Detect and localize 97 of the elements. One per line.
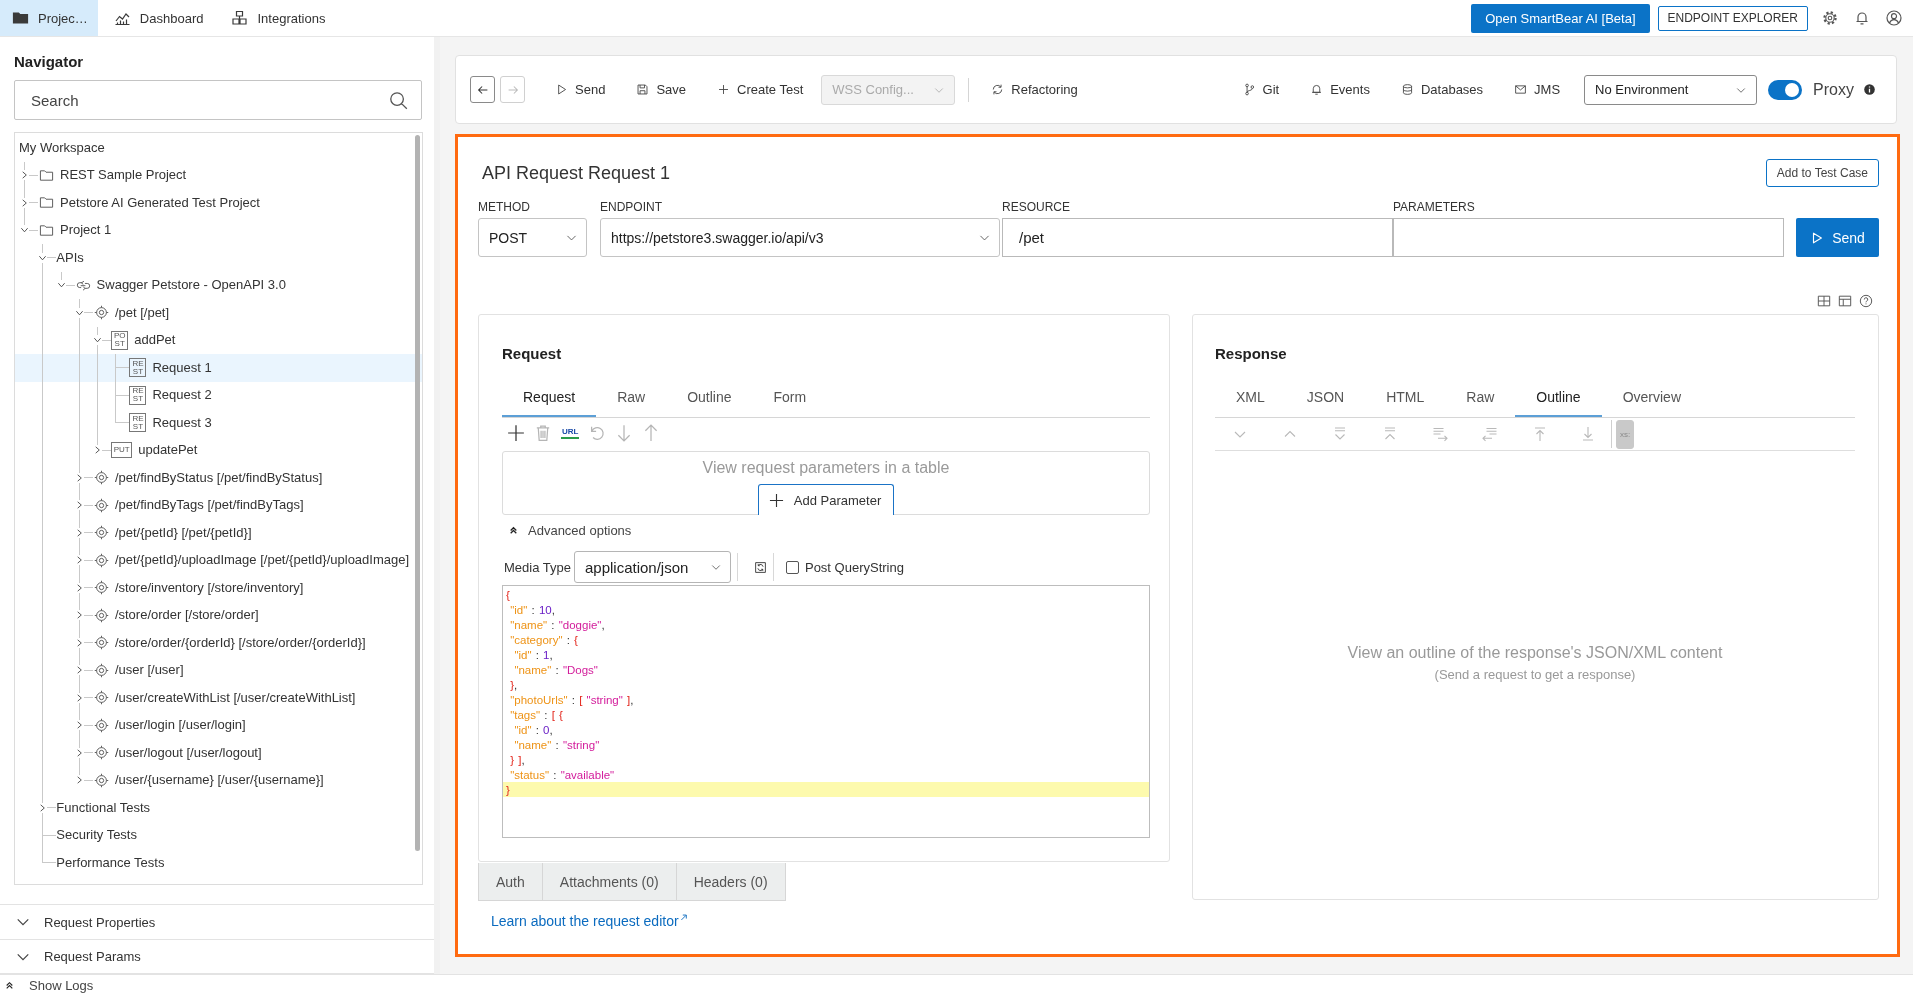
empty-state-hint: (Send a request to get a response) xyxy=(1434,667,1636,682)
code-line: "tags" : [ { xyxy=(509,707,563,722)
method-select[interactable]: POST xyxy=(478,218,587,257)
envelope-icon xyxy=(1514,83,1528,96)
field-label: PARAMETERS xyxy=(1393,200,1476,214)
response-tab[interactable]: XML xyxy=(1215,377,1286,417)
editor-tab[interactable]: Attachments (0) xyxy=(542,863,677,901)
code-line: "id" : 0, xyxy=(513,722,553,737)
media-type-select[interactable]: application/json xyxy=(573,551,731,583)
play-icon xyxy=(555,83,568,96)
add-parameter-button[interactable]: Add Parameter xyxy=(757,484,895,515)
back-button[interactable] xyxy=(470,76,495,103)
refactoring-action[interactable]: Refactoring xyxy=(991,82,1078,97)
code-line: }, xyxy=(509,677,518,692)
help-link[interactable]: Learn about the request editor xyxy=(491,912,687,930)
nav-tab[interactable]: Projec… xyxy=(0,0,98,36)
response-tab[interactable]: Raw xyxy=(1445,377,1516,417)
send-action[interactable]: Send xyxy=(555,82,606,97)
bell-icon[interactable] xyxy=(1854,10,1870,26)
request-tab[interactable]: Form xyxy=(752,377,828,417)
code-line: "category" : { xyxy=(509,632,578,647)
show-logs-button[interactable]: Show Logs xyxy=(5,978,94,993)
plus-icon xyxy=(717,83,730,96)
grid-icon[interactable] xyxy=(1817,294,1831,308)
environment-select[interactable]: No Environment xyxy=(1584,74,1758,105)
editor-tab[interactable]: Auth xyxy=(478,863,543,901)
send-button[interactable]: Send xyxy=(1796,218,1879,257)
code-line: "status" : "available" xyxy=(509,767,615,782)
databases-action[interactable]: Databases xyxy=(1400,82,1484,97)
media-type-label: Media Type xyxy=(504,559,571,575)
panel-heading: Request xyxy=(502,345,563,363)
explorer-button[interactable]: ENDPOINT EXPLORER xyxy=(1657,5,1808,31)
nav-tab[interactable]: Integrations xyxy=(219,0,338,36)
code-line: { xyxy=(506,587,510,602)
add-to-test-case-button[interactable]: Add to Test Case xyxy=(1765,159,1879,187)
code-editor[interactable]: { "id" : 10, "name" : "doggie", "category" : { "id" : 1, "name" : "Dogs" }, "photoUrls" : [ "string" ], "tags" : [ { "id" : 0, "name" : "string" } ], "status" : "available" } xyxy=(502,585,1150,838)
field-label: RESOURCE xyxy=(1002,200,1071,214)
parameters-field[interactable] xyxy=(1393,218,1784,257)
plus-icon xyxy=(768,492,784,508)
assistant-button[interactable]: Open SmartBear AI [Beta] xyxy=(1471,3,1650,33)
settings-icon[interactable] xyxy=(1822,10,1838,26)
response-tab[interactable]: JSON xyxy=(1285,377,1366,417)
empty-table-hint: View request parameters in a table xyxy=(702,458,950,478)
resource-field[interactable]: /pet xyxy=(1002,218,1393,257)
code-line: "name" : "doggie", xyxy=(509,617,605,632)
section-header[interactable]: Request Properties xyxy=(0,904,434,939)
folder-icon xyxy=(12,10,29,26)
request-tab[interactable]: Raw xyxy=(596,377,667,417)
branch-icon xyxy=(1242,83,1256,96)
field-label: METHOD xyxy=(478,200,531,214)
code-line: "photoUrls" : [ "string" ], xyxy=(509,692,634,707)
proxy-label: Proxy xyxy=(1813,80,1854,99)
scrollbar[interactable] xyxy=(415,135,420,851)
editor-tab[interactable]: Headers (0) xyxy=(676,863,786,901)
database-icon xyxy=(1400,83,1414,96)
nav-tab[interactable]: Dashboard xyxy=(101,0,216,36)
git-action[interactable]: Git xyxy=(1242,82,1280,97)
create-action[interactable]: Create Test xyxy=(717,82,804,97)
request-tab[interactable]: Outline xyxy=(666,377,753,417)
search-field[interactable]: Search xyxy=(14,80,422,120)
checkbox-label: Post QueryString xyxy=(804,559,904,575)
field-label: ENDPOINT xyxy=(600,200,663,214)
code-line: "name" : "string" xyxy=(513,737,600,752)
code-line: "id" : 10, xyxy=(509,602,555,617)
help-icon[interactable] xyxy=(1859,294,1873,308)
url-button[interactable]: URL xyxy=(561,427,580,439)
bell-icon xyxy=(1310,83,1324,96)
save-action[interactable]: Save xyxy=(636,82,686,97)
request-tab[interactable]: Request xyxy=(502,377,597,417)
code-line: "id" : 1, xyxy=(513,647,553,662)
proxy-toggle[interactable] xyxy=(1768,79,1803,100)
boxes-icon xyxy=(231,10,249,26)
checkbox[interactable] xyxy=(785,560,799,574)
panel-heading: Response xyxy=(1215,345,1288,363)
advanced-options-toggle[interactable]: Advanced options xyxy=(502,518,632,542)
user-icon[interactable] xyxy=(1886,10,1902,26)
response-tab[interactable]: Overview xyxy=(1601,377,1702,417)
section-header[interactable]: Request Params xyxy=(0,939,434,974)
empty-state-title: View an outline of the response's JSON/XML content xyxy=(1347,644,1723,662)
jms-action[interactable]: JMS xyxy=(1514,82,1561,97)
layout-icon[interactable] xyxy=(1838,294,1852,308)
code-line: "name" : "Dogs" xyxy=(513,662,598,677)
request-title: API Request Request 1 xyxy=(482,162,671,184)
response-tab[interactable]: HTML xyxy=(1365,377,1446,417)
sidebar-title: Navigator xyxy=(14,53,84,71)
code-line: } ], xyxy=(509,752,525,767)
play-icon xyxy=(1810,230,1825,245)
endpoint-select[interactable]: https://petstore3.swagger.io/api/v3 xyxy=(600,218,1000,257)
response-tab[interactable]: Outline xyxy=(1515,377,1602,417)
search-icon[interactable] xyxy=(389,90,408,110)
events-action[interactable]: Events xyxy=(1310,82,1370,97)
format-icon[interactable] xyxy=(753,560,767,574)
info-icon[interactable] xyxy=(1863,83,1876,96)
plus-icon[interactable] xyxy=(507,424,525,442)
save-icon xyxy=(636,83,650,96)
refresh-icon xyxy=(991,83,1005,96)
external-link-icon xyxy=(679,914,687,921)
